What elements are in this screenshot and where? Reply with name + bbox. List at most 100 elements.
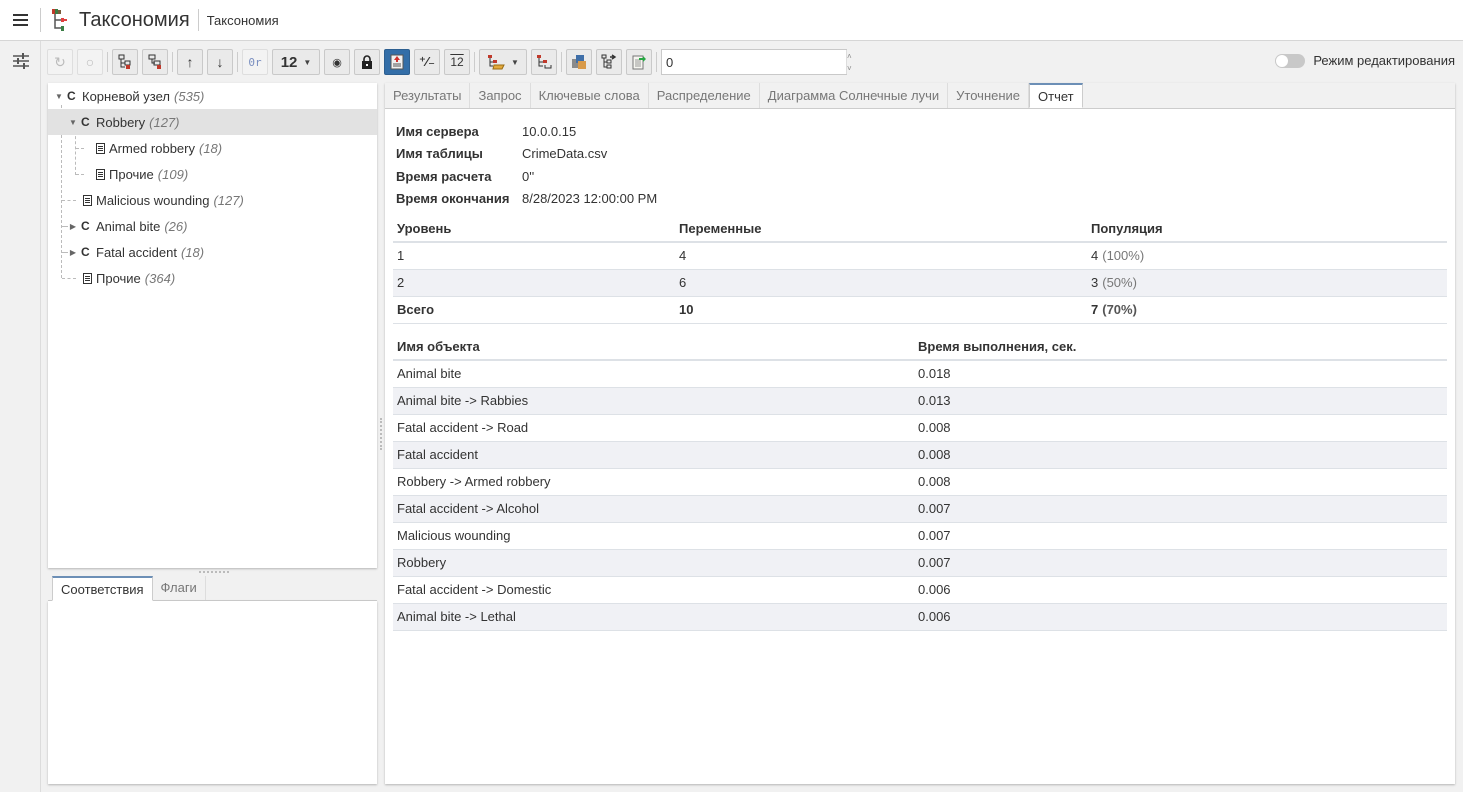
- time-cell: 0.007: [914, 549, 1447, 577]
- left-rail: [0, 41, 41, 792]
- tree-settings-icon: [537, 55, 552, 69]
- tree-node-animal-bite[interactable]: ▶ C Animal bite (26): [48, 213, 377, 239]
- tree-node-armed-robbery[interactable]: Armed robbery (18): [48, 135, 377, 161]
- tree-node-label: Animal bite: [96, 218, 161, 234]
- spin-up-button[interactable]: ˄: [847, 50, 852, 62]
- tree-node-label: Прочие: [109, 166, 154, 182]
- tree-node-robbery[interactable]: ▼ C Robbery (127): [48, 109, 377, 135]
- population-cell: 4 (100%): [1087, 242, 1447, 270]
- tree-node-label: Прочие: [96, 270, 141, 286]
- expand-caret-icon[interactable]: ▼: [68, 118, 78, 127]
- class-icon: C: [81, 115, 90, 129]
- tree-expand-icon: [118, 54, 131, 69]
- move-down-button[interactable]: ↓: [207, 49, 233, 75]
- level-cell: 1: [393, 242, 675, 270]
- time-cell: 0.013: [914, 387, 1447, 415]
- number-spinner: ˄ ˅: [846, 50, 852, 74]
- tab-results[interactable]: Результаты: [385, 83, 471, 108]
- object-name-cell: Robbery: [393, 549, 914, 577]
- threshold-number-input[interactable]: ˄ ˅: [661, 49, 852, 75]
- percent-button[interactable]: ⁺⁄₋: [414, 49, 440, 75]
- horizontal-splitter-handle[interactable]: [199, 571, 229, 573]
- reset-button[interactable]: ○: [77, 49, 103, 75]
- report-info: Имя сервера 10.0.0.15 Имя таблицы CrimeD…: [396, 120, 657, 210]
- time-cell: 0.008: [914, 468, 1447, 496]
- table-row: Fatal accident -> Domestic 0.006: [393, 576, 1447, 604]
- menu-button[interactable]: [0, 0, 40, 40]
- expand-tree-button[interactable]: [112, 49, 138, 75]
- filter-settings-button[interactable]: [0, 41, 41, 81]
- object-name-cell: Animal bite -> Rabbies: [393, 387, 914, 415]
- cubes-button[interactable]: [566, 49, 592, 75]
- tree-node-root[interactable]: ▼ C Корневой узел (535): [48, 83, 377, 109]
- table-row: 1 4 4 (100%): [393, 242, 1447, 270]
- time-cell: 0.007: [914, 495, 1447, 523]
- variables-cell: 10: [675, 296, 1087, 324]
- table-row: Malicious wounding 0.007: [393, 522, 1447, 550]
- lock-button[interactable]: [354, 49, 380, 75]
- folder-tree-icon: [488, 55, 505, 70]
- app-header: Таксономия Таксономия: [0, 0, 1463, 41]
- info-key: Имя таблицы: [396, 146, 483, 162]
- expand-caret-icon[interactable]: ▶: [68, 248, 78, 257]
- tab-refinement[interactable]: Уточнение: [948, 83, 1030, 108]
- tab-distribution[interactable]: Распределение: [649, 83, 760, 108]
- tab-query[interactable]: Запрос: [470, 83, 531, 108]
- tree-settings-button[interactable]: [531, 49, 557, 75]
- population-percent: (50%): [1102, 275, 1137, 290]
- table-row: Fatal accident -> Road 0.008: [393, 414, 1447, 442]
- move-up-button[interactable]: ↑: [177, 49, 203, 75]
- numbers-icon: 12: [450, 55, 464, 69]
- export-tree-button[interactable]: [596, 49, 622, 75]
- object-name-cell: Malicious wounding: [393, 522, 914, 550]
- time-cell: 0.007: [914, 522, 1447, 550]
- expand-caret-icon[interactable]: ▼: [54, 92, 64, 101]
- object-name-cell: Robbery -> Armed robbery: [393, 468, 914, 496]
- table-row: Robbery -> Armed robbery 0.008: [393, 468, 1447, 496]
- tab-matches[interactable]: Соответствия: [52, 576, 153, 601]
- tab-flags[interactable]: Флаги: [153, 576, 206, 600]
- expand-caret-icon[interactable]: ▶: [68, 222, 78, 231]
- toolbar-divider: [237, 52, 238, 72]
- tab-sunburst[interactable]: Диаграмма Солнечные лучи: [760, 83, 949, 108]
- variables-cell: 4: [675, 242, 1087, 270]
- tree-node-count: (18): [198, 140, 223, 156]
- tree-node-label: Fatal accident: [96, 244, 177, 260]
- tab-report[interactable]: Отчет: [1029, 83, 1083, 108]
- tab-keywords[interactable]: Ключевые слова: [531, 83, 649, 108]
- collapse-tree-button[interactable]: [142, 49, 168, 75]
- variables-cell: 6: [675, 269, 1087, 297]
- edit-mode-toggle[interactable]: [1275, 53, 1306, 68]
- breadcrumb[interactable]: Таксономия: [207, 13, 279, 28]
- tree-node-count: (26): [164, 218, 188, 234]
- tree-node-other[interactable]: Прочие (364): [48, 265, 377, 291]
- column-header: Имя объекта: [393, 334, 914, 361]
- vertical-splitter-handle[interactable]: [380, 418, 382, 450]
- time-cell: 0.006: [914, 576, 1447, 604]
- threshold-input[interactable]: [662, 50, 846, 74]
- tree-node-count: (127): [213, 192, 244, 208]
- table-row: Fatal accident -> Alcohol 0.007: [393, 495, 1447, 523]
- tree-node-malicious-wounding[interactable]: Malicious wounding (127): [48, 187, 377, 213]
- number-format-button[interactable]: 12: [444, 49, 470, 75]
- or-operator-button[interactable]: 0r: [242, 49, 268, 75]
- tree-node-count: (364): [144, 270, 176, 286]
- table-row: Animal bite -> Lethal 0.006: [393, 603, 1447, 631]
- export-document-button[interactable]: [626, 49, 652, 75]
- object-name-cell: Fatal accident -> Domestic: [393, 576, 914, 604]
- view-button[interactable]: ◉: [324, 49, 350, 75]
- report-button[interactable]: [384, 49, 410, 75]
- open-taxonomy-dropdown[interactable]: ▼: [479, 49, 527, 75]
- refresh-button[interactable]: ↻: [47, 49, 73, 75]
- info-row-server: Имя сервера 10.0.0.15: [396, 120, 657, 143]
- level-dropdown[interactable]: 12 ▼: [272, 49, 320, 75]
- population-value: 7: [1091, 302, 1099, 317]
- document-icon: [83, 194, 92, 206]
- percent-icon: ⁺⁄₋: [419, 54, 435, 69]
- population-value: 4: [1091, 248, 1099, 264]
- spin-down-button[interactable]: ˅: [847, 62, 852, 74]
- tree-node-fatal-accident[interactable]: ▶ C Fatal accident (18): [48, 239, 377, 265]
- reset-icon: ○: [85, 54, 95, 70]
- tree-node-count: (535): [174, 88, 205, 104]
- tree-node-other-robbery[interactable]: Прочие (109): [48, 161, 377, 187]
